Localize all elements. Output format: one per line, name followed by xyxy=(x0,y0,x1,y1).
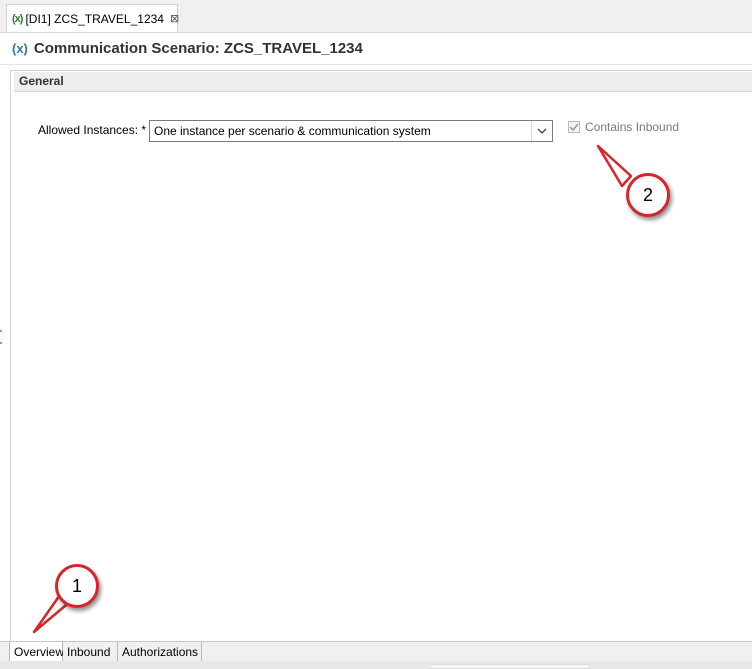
tab-overview-label: Overview xyxy=(14,644,65,659)
tab-overview[interactable]: Overview xyxy=(9,642,65,662)
callout-1: 1 xyxy=(55,564,99,608)
callout-2-number: 2 xyxy=(642,184,653,205)
callout-2-pointer xyxy=(596,144,633,188)
callout-2: 2 xyxy=(626,173,670,217)
tab-inbound-label: Inbound xyxy=(67,645,111,659)
tab-inbound[interactable]: Inbound xyxy=(63,642,118,662)
tab-authorizations-label: Authorizations xyxy=(122,645,199,659)
status-bar xyxy=(0,661,752,669)
callout-pointers xyxy=(32,144,633,634)
tab-authorizations[interactable]: Authorizations xyxy=(118,642,202,662)
bottom-tab-bar: Overview Inbound Authorizations xyxy=(0,641,752,662)
callout-1-number: 1 xyxy=(71,575,82,596)
